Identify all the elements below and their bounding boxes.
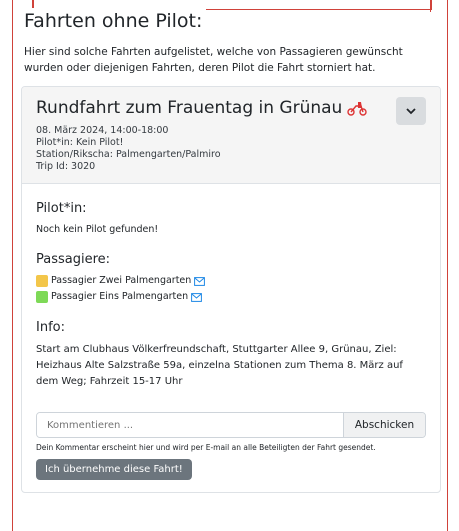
comment-hint: Dein Kommentar erscheint hier und wird p… bbox=[36, 443, 376, 452]
info-heading: Info: bbox=[36, 320, 65, 335]
passenger-list: Passagier Zwei Palmengarten Passagier Ei… bbox=[36, 273, 426, 305]
avatar bbox=[36, 291, 48, 303]
trip-pilot-line: Pilot*in: Kein Pilot! bbox=[36, 137, 124, 148]
submit-comment-button[interactable]: Abschicken bbox=[343, 413, 425, 437]
trip-title: Rundfahrt zum Frauentag in Grünau bbox=[36, 98, 343, 118]
trip-card: Rundfahrt zum Frauentag in Grünau 08. Mä… bbox=[21, 86, 441, 493]
mail-icon[interactable] bbox=[191, 292, 203, 302]
take-trip-button[interactable]: Ich übernehme diese Fahrt! bbox=[36, 459, 192, 480]
section-intro: Hier sind solche Fahrten aufgelistet, we… bbox=[24, 46, 403, 74]
main-content: Fahrten ohne Pilot: Hier sind solche Fah… bbox=[21, 0, 441, 493]
section-title: Fahrten ohne Pilot: bbox=[24, 8, 207, 34]
trip-card-body: Pilot*in: Noch kein Pilot gefunden! Pass… bbox=[22, 184, 440, 492]
trip-title-row: Rundfahrt zum Frauentag in Grünau bbox=[36, 97, 426, 119]
trip-card-header: Rundfahrt zum Frauentag in Grünau 08. Mä… bbox=[22, 87, 440, 184]
trip-station-line: Station/Rikscha: Palmengarten/Palmiro bbox=[36, 149, 221, 160]
collapse-toggle-button[interactable] bbox=[396, 97, 426, 125]
chevron-down-icon bbox=[406, 107, 416, 114]
trip-date: 08. März 2024, 14:00-18:00 bbox=[36, 125, 169, 136]
comment-input[interactable] bbox=[37, 413, 343, 437]
trip-id-line: Trip Id: 3020 bbox=[36, 161, 96, 172]
trip-meta: 08. März 2024, 14:00-18:00 Pilot*in: Kei… bbox=[36, 125, 426, 173]
list-item: Passagier Zwei Palmengarten bbox=[36, 273, 426, 289]
pilot-heading: Pilot*in: bbox=[36, 201, 87, 216]
mail-icon[interactable] bbox=[194, 276, 206, 286]
rickshaw-icon bbox=[347, 102, 368, 116]
list-item: Passagier Eins Palmengarten bbox=[36, 289, 426, 305]
passenger-name: Passagier Eins Palmengarten bbox=[51, 291, 189, 302]
pilot-text: Noch kein Pilot gefunden! bbox=[36, 224, 159, 235]
passengers-heading: Passagiere: bbox=[36, 252, 111, 267]
info-text: Start am Clubhaus Völkerfreundschaft, St… bbox=[36, 344, 403, 387]
avatar bbox=[36, 275, 48, 287]
comment-form: Abschicken bbox=[36, 412, 426, 438]
passenger-name: Passagier Zwei Palmengarten bbox=[51, 275, 192, 286]
